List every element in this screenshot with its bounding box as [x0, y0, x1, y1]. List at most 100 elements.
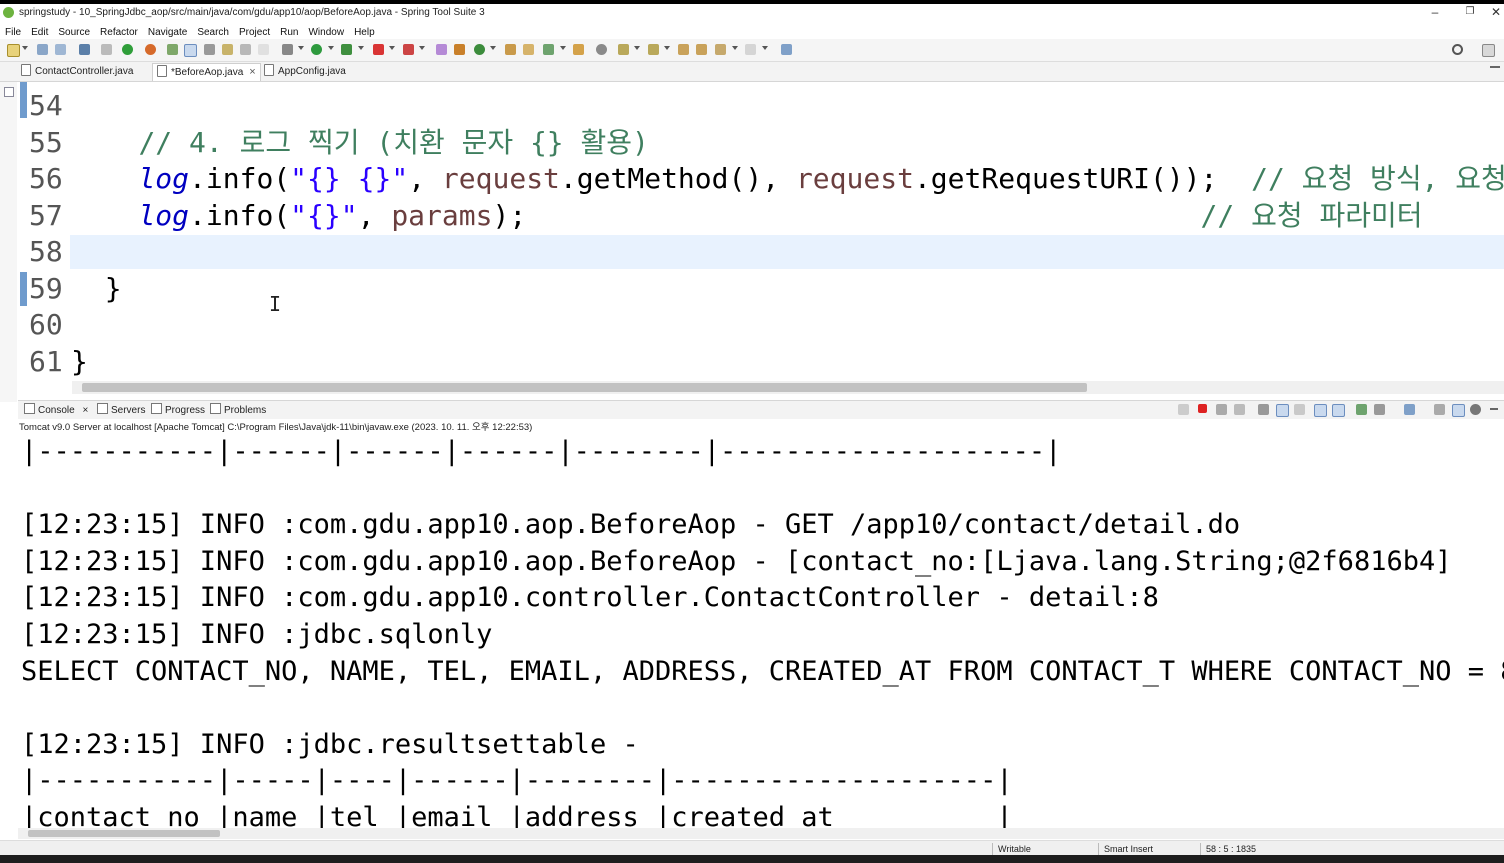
console-horizontal-scrollbar[interactable]	[18, 828, 1504, 839]
refresh-icon[interactable]	[145, 44, 156, 55]
terminate-icon[interactable]	[1198, 404, 1207, 413]
open-task-icon[interactable]	[523, 44, 534, 55]
spring-boot-icon[interactable]	[122, 44, 133, 55]
code-text: // 4. 로그 찍기 (치환 문자 {} 활용)	[71, 125, 648, 161]
restore-view-icon[interactable]	[4, 87, 14, 97]
debug-icon[interactable]	[282, 44, 293, 55]
editor-horizontal-scrollbar[interactable]	[72, 381, 1504, 394]
word-wrap-icon[interactable]	[1294, 404, 1305, 415]
run-dropdown-icon[interactable]	[328, 46, 334, 50]
scrollbar-thumb[interactable]	[28, 830, 220, 837]
search-tool-icon[interactable]	[543, 44, 554, 55]
settings-gear-icon[interactable]	[1470, 404, 1481, 415]
close-tab-icon[interactable]: ×	[249, 66, 255, 78]
view-menu-icon[interactable]	[1434, 404, 1445, 415]
new-package-icon[interactable]	[454, 44, 465, 55]
show-on-stderr-icon[interactable]	[1332, 404, 1345, 417]
menu-help[interactable]: Help	[349, 25, 380, 38]
back-icon[interactable]	[715, 44, 726, 55]
terminal-icon[interactable]	[79, 44, 90, 55]
console-output[interactable]: |-----------|------|------|------|------…	[18, 432, 1504, 832]
tab-appconfig-java[interactable]: AppConfig.java	[264, 63, 346, 80]
close-console-icon[interactable]: ×	[82, 405, 88, 416]
remove-launch-icon[interactable]	[1216, 404, 1227, 415]
close-window-button[interactable]: ✕	[1488, 4, 1504, 22]
new-icon[interactable]	[7, 44, 20, 57]
new-class-icon[interactable]	[474, 44, 485, 55]
java-code-editor[interactable]: 54 55 // 4. 로그 찍기 (치환 문자 {} 활용) 56 log.inf…	[18, 82, 1504, 380]
save-all-icon[interactable]	[55, 44, 66, 55]
pin-editor-icon[interactable]	[781, 44, 792, 55]
last-edit-location-icon[interactable]	[678, 44, 689, 55]
left-trim-bar	[0, 82, 17, 402]
run-icon[interactable]	[311, 44, 322, 55]
menu-navigate[interactable]: Navigate	[143, 25, 192, 38]
restore-button[interactable]: ❐	[1453, 4, 1487, 22]
show-on-stdout-icon[interactable]	[1314, 404, 1327, 417]
pin-console-icon[interactable]	[1356, 404, 1367, 415]
display-selected-console-icon[interactable]	[1374, 404, 1385, 415]
previous-annotation-dropdown-icon[interactable]	[664, 46, 670, 50]
highlight-icon[interactable]	[184, 44, 197, 57]
open-folder-icon[interactable]	[573, 44, 584, 55]
whitespace-icon[interactable]	[240, 44, 251, 55]
search-icon[interactable]	[1452, 44, 1463, 55]
forward-icon[interactable]	[745, 44, 756, 55]
new-server-icon[interactable]	[436, 44, 447, 55]
next-annotation-icon[interactable]	[618, 44, 629, 55]
scroll-lock-icon[interactable]	[1276, 404, 1289, 417]
back-edit-icon[interactable]	[696, 44, 707, 55]
menu-run[interactable]: Run	[275, 25, 303, 38]
tab-console[interactable]: Console ×	[24, 403, 88, 416]
menu-file[interactable]: File	[0, 25, 26, 38]
pilcrow-icon[interactable]	[258, 44, 269, 55]
debug-dropdown-icon[interactable]	[298, 46, 304, 50]
menu-edit[interactable]: Edit	[26, 25, 53, 38]
link-icon[interactable]	[1452, 404, 1465, 417]
toggle-word-wrap-icon[interactable]	[222, 44, 233, 55]
block-selection-icon[interactable]	[204, 44, 215, 55]
menu-refactor[interactable]: Refactor	[95, 25, 143, 38]
relaunch-icon[interactable]	[403, 44, 414, 55]
code-token: "{} {}"	[290, 162, 409, 195]
tab-progress[interactable]: Progress	[151, 403, 205, 416]
stop-dropdown-icon[interactable]	[389, 46, 395, 50]
menu-source[interactable]: Source	[53, 25, 95, 38]
menu-search[interactable]: Search	[192, 25, 234, 38]
open-type-icon[interactable]	[505, 44, 516, 55]
open-perspective-icon[interactable]	[1482, 44, 1495, 57]
external-tools-dropdown-icon[interactable]	[358, 46, 364, 50]
open-console-icon[interactable]	[1404, 404, 1415, 415]
external-tools-icon[interactable]	[341, 44, 352, 55]
scrollbar-thumb[interactable]	[82, 383, 1087, 392]
skip-breakpoints-icon[interactable]	[101, 44, 112, 55]
toggle-mark-icon[interactable]	[167, 44, 178, 55]
minimize-editor-icon[interactable]	[1490, 66, 1500, 68]
minimize-view-icon[interactable]	[1490, 408, 1498, 410]
code-token: log	[138, 162, 190, 195]
java-file-icon	[264, 64, 274, 76]
console-line: |-----------|------|------|------|------…	[21, 436, 1062, 467]
remove-all-terminated-icon[interactable]	[1234, 404, 1245, 415]
search-dropdown-icon[interactable]	[560, 46, 566, 50]
relaunch-dropdown-icon[interactable]	[419, 46, 425, 50]
save-icon[interactable]	[37, 44, 48, 55]
menu-window[interactable]: Window	[303, 25, 349, 38]
code-token: .info(	[189, 162, 291, 195]
tab-servers[interactable]: Servers	[97, 403, 145, 416]
new-class-dropdown-icon[interactable]	[490, 46, 496, 50]
tab-beforeaop-java[interactable]: *BeforeAop.java ×	[152, 63, 261, 81]
stop-icon[interactable]	[373, 44, 384, 55]
disconnect-icon[interactable]	[1178, 404, 1189, 415]
tab-contactcontroller-java[interactable]: ContactController.java	[21, 63, 133, 80]
tab-problems[interactable]: Problems	[210, 403, 266, 416]
next-annotation-dropdown-icon[interactable]	[634, 46, 640, 50]
globe-icon[interactable]	[596, 44, 607, 55]
previous-annotation-icon[interactable]	[648, 44, 659, 55]
clear-console-icon[interactable]	[1258, 404, 1269, 415]
menu-project[interactable]: Project	[234, 25, 275, 38]
new-dropdown-icon[interactable]	[22, 46, 28, 50]
forward-dropdown-icon[interactable]	[762, 46, 768, 50]
back-dropdown-icon[interactable]	[732, 46, 738, 50]
minimize-button[interactable]: –	[1418, 4, 1452, 22]
